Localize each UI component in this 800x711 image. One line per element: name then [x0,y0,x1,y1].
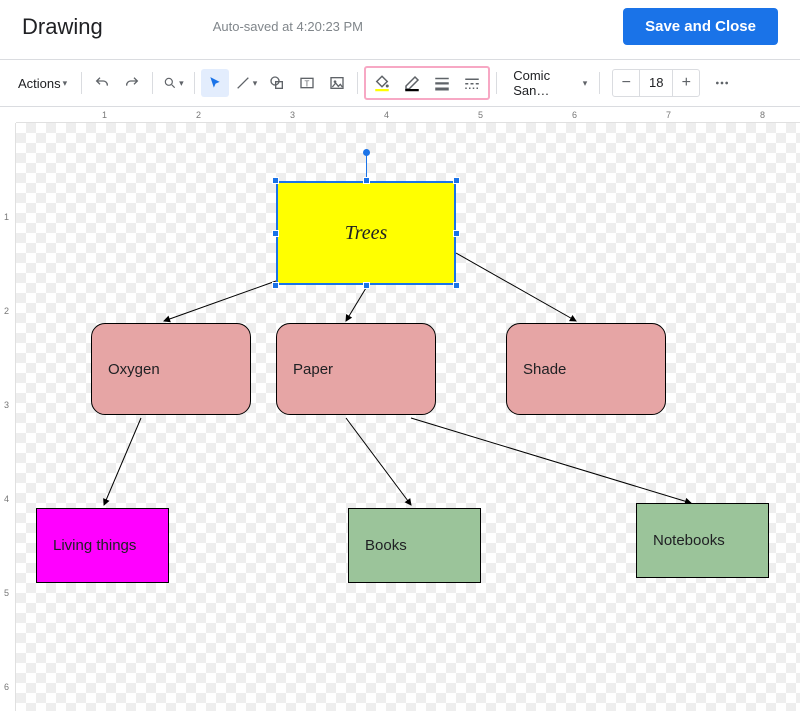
node-root-label: Trees [345,222,388,245]
more-options-button[interactable] [708,69,736,97]
undo-button[interactable] [88,69,116,97]
line-tool[interactable]: ▾ [231,69,262,97]
node-shade[interactable]: Shade [506,323,666,415]
select-tool[interactable] [201,69,229,97]
resize-handle-n[interactable] [363,177,370,184]
node-books-label: Books [365,537,407,554]
node-shade-label: Shade [523,361,566,378]
resize-handle-sw[interactable] [272,282,279,289]
font-size-stepper: − 18 + [612,69,700,97]
separator [599,72,600,94]
separator [194,72,195,94]
toolbar: Actions▾ ▾ ▾ T [0,60,800,107]
resize-handle-se[interactable] [453,282,460,289]
node-paper-label: Paper [293,361,333,378]
border-weight-button[interactable] [428,69,456,97]
ruler-tick: 7 [666,110,671,120]
font-name-label: Comic San… [513,68,580,98]
node-notebooks-label: Notebooks [653,532,725,549]
zoom-menu[interactable]: ▾ [159,69,188,97]
border-color-button[interactable] [398,69,426,97]
shape-tool[interactable] [263,69,291,97]
node-oxygen-label: Oxygen [108,361,160,378]
dialog-title: Drawing [22,14,103,40]
autosave-status: Auto-saved at 4:20:23 PM [103,19,623,34]
resize-handle-e[interactable] [453,230,460,237]
ruler-tick: 6 [4,682,9,692]
fill-color-button[interactable] [368,69,396,97]
node-root[interactable]: Trees [276,181,456,285]
ruler-tick: 1 [4,212,9,222]
chevron-down-icon: ▾ [63,78,68,89]
ruler-tick: 6 [572,110,577,120]
node-notebooks[interactable]: Notebooks [636,503,769,578]
chevron-down-icon: ▾ [179,78,184,89]
actions-menu[interactable]: Actions▾ [10,69,75,97]
save-and-close-button[interactable]: Save and Close [623,8,778,45]
border-dash-button[interactable] [458,69,486,97]
ruler-horizontal: 1 2 3 4 5 6 7 8 [16,107,800,123]
ruler-tick: 8 [760,110,765,120]
rotation-handle[interactable] [363,149,370,156]
separator [496,72,497,94]
textbox-tool[interactable]: T [293,69,321,97]
ruler-tick: 3 [4,400,9,410]
node-books[interactable]: Books [348,508,481,583]
ruler-tick: 5 [478,110,483,120]
ruler-vertical: 1 2 3 4 5 6 [0,123,16,711]
resize-handle-nw[interactable] [272,177,279,184]
svg-text:T: T [305,79,310,88]
node-oxygen[interactable]: Oxygen [91,323,251,415]
ruler-tick: 4 [384,110,389,120]
font-size-decrease[interactable]: − [613,70,639,96]
chevron-down-icon: ▾ [253,78,258,89]
drawing-canvas[interactable]: Trees Oxygen Paper Shade Living things B… [16,123,800,711]
separator [152,72,153,94]
resize-handle-ne[interactable] [453,177,460,184]
resize-handle-s[interactable] [363,282,370,289]
style-tools-highlight [364,66,490,100]
image-tool[interactable] [323,69,351,97]
font-size-increase[interactable]: + [673,70,699,96]
canvas-area-wrap: 1 2 3 4 5 6 7 8 1 2 3 4 5 6 [0,107,800,711]
separator [357,72,358,94]
ruler-tick: 4 [4,494,9,504]
chevron-down-icon: ▾ [583,78,588,89]
font-size-value[interactable]: 18 [639,70,673,96]
ruler-tick: 2 [196,110,201,120]
separator [81,72,82,94]
header: Drawing Auto-saved at 4:20:23 PM Save an… [0,0,800,59]
ruler-tick: 1 [102,110,107,120]
actions-label: Actions [18,76,61,91]
ruler-tick: 2 [4,306,9,316]
node-living-things[interactable]: Living things [36,508,169,583]
node-paper[interactable]: Paper [276,323,436,415]
redo-button[interactable] [118,69,146,97]
ruler-tick: 3 [290,110,295,120]
node-living-label: Living things [53,537,136,554]
resize-handle-w[interactable] [272,230,279,237]
ruler-tick: 5 [4,588,9,598]
font-family-select[interactable]: Comic San… ▾ [503,69,593,97]
